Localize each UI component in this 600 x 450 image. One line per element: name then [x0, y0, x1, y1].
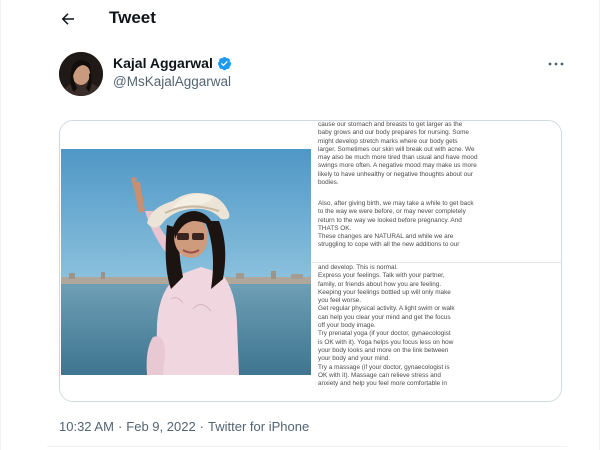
photo-pane	[60, 121, 312, 401]
page-title: Tweet	[109, 8, 156, 27]
media-text-paragraph-bottom: and develop. This is normal. Express you…	[318, 264, 455, 388]
tweet-timestamp: 10:32 AM · Feb 9, 2022 · Twitter for iPh…	[59, 419, 309, 434]
tweet-source-link[interactable]: Twitter for iPhone	[208, 419, 309, 434]
author-name[interactable]: Kajal Aggarwal	[113, 55, 213, 71]
tweet-date[interactable]: Feb 9, 2022	[126, 419, 195, 434]
more-dots-icon	[548, 62, 564, 66]
tweet-media[interactable]: cause our stomach and breasts to get lar…	[59, 120, 562, 402]
avatar[interactable]	[59, 52, 103, 96]
more-options-button[interactable]	[543, 54, 569, 74]
media-text-paragraph-after-birth: Also, after giving birth, we may take a …	[318, 200, 474, 249]
timestamp-separator: ·	[199, 419, 205, 434]
media-text-paragraph-top: cause our stomach and breasts to get lar…	[318, 121, 478, 187]
photo-image[interactable]	[61, 149, 311, 375]
timestamp-separator: ·	[117, 419, 123, 434]
top-bar: Tweet	[1, 0, 600, 38]
avatar-image	[59, 52, 103, 96]
author-name-row: Kajal Aggarwal	[113, 55, 232, 71]
divider	[47, 446, 567, 447]
text-image-pane[interactable]: cause our stomach and breasts to get lar…	[312, 121, 561, 401]
author-handle[interactable]: @MsKajalAggarwal	[113, 74, 231, 89]
tweet-author: Kajal Aggarwal @MsKajalAggarwal	[59, 52, 569, 98]
tweet-time[interactable]: 10:32 AM	[59, 419, 114, 434]
verified-badge-icon	[217, 56, 231, 70]
arrow-left-icon	[61, 13, 74, 25]
tweet-page: Tweet Kajal Aggarwal @MsKajalAggarwal ca…	[0, 0, 600, 450]
image-divider	[312, 262, 561, 263]
back-button[interactable]	[53, 4, 83, 34]
